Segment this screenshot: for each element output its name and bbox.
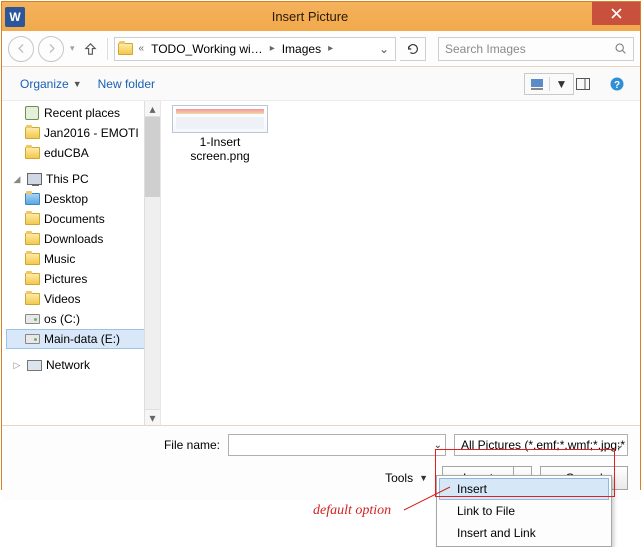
- navigation-bar: ▾ « TODO_Working wi… ▸ Images ▸ ⌄ Search…: [2, 31, 640, 67]
- menu-item-insert[interactable]: Insert: [439, 478, 609, 500]
- file-item[interactable]: 1-Insert screen.png: [168, 105, 272, 163]
- file-name: 1-Insert screen.png: [168, 135, 272, 163]
- tools-button[interactable]: Tools ▼: [379, 469, 434, 487]
- file-thumbnail: [172, 105, 268, 133]
- file-type-filter[interactable]: All Pictures (*.emf;*.wmf;*.jpg;* ⌄: [454, 434, 628, 456]
- breadcrumb-bar[interactable]: « TODO_Working wi… ▸ Images ▸ ⌄: [114, 37, 396, 61]
- scroll-thumb[interactable]: [145, 117, 160, 197]
- breadcrumb-dropdown[interactable]: ⌄: [375, 42, 393, 56]
- chevron-down-icon: ▼: [73, 79, 82, 89]
- pane-divider[interactable]: [160, 101, 161, 425]
- arrow-up-icon: [83, 41, 98, 56]
- back-button[interactable]: [8, 36, 34, 62]
- window-title: Insert Picture: [28, 9, 592, 24]
- tree-item-downloads[interactable]: Downloads: [6, 229, 160, 249]
- close-button[interactable]: [592, 2, 640, 25]
- filename-input[interactable]: ⌄: [228, 434, 446, 456]
- folder-icon: [117, 41, 135, 57]
- tree-scrollbar[interactable]: ▴ ▾: [144, 101, 160, 425]
- scroll-up-icon[interactable]: ▴: [145, 101, 160, 117]
- caret-right-icon: ▷: [12, 360, 22, 371]
- body-area: Recent places Jan2016 - EMOTI eduCBA ◢Th…: [2, 101, 640, 425]
- refresh-icon: [406, 42, 420, 56]
- forward-button[interactable]: [38, 36, 64, 62]
- tools-label: Tools: [385, 471, 413, 485]
- menu-item-insert-and-link[interactable]: Insert and Link: [439, 522, 609, 544]
- chevron-down-icon[interactable]: ⌄: [434, 440, 442, 451]
- help-button[interactable]: ?: [604, 72, 630, 96]
- titlebar: W Insert Picture: [2, 2, 640, 31]
- tree-item-educba[interactable]: eduCBA: [6, 143, 160, 163]
- arrow-left-icon: [15, 42, 28, 55]
- separator: [107, 38, 108, 60]
- search-input[interactable]: Search Images: [438, 37, 634, 61]
- filter-label: All Pictures (*.emf;*.wmf;*.jpg;*: [461, 438, 625, 452]
- up-button[interactable]: [81, 38, 101, 60]
- tree-item-network[interactable]: ▷Network: [6, 355, 160, 375]
- tree-item-recent[interactable]: Recent places: [6, 103, 160, 123]
- organize-label: Organize: [20, 77, 69, 91]
- chevron-right-icon[interactable]: ▸: [268, 43, 277, 54]
- breadcrumb-segment-1[interactable]: TODO_Working wi…: [148, 42, 266, 56]
- menu-item-link-to-file[interactable]: Link to File: [439, 500, 609, 522]
- history-dropdown[interactable]: ▾: [68, 43, 77, 54]
- tree-item-desktop[interactable]: Desktop: [6, 189, 160, 209]
- word-app-icon: W: [5, 7, 25, 27]
- insert-dropdown-menu: Insert Link to File Insert and Link: [436, 475, 612, 547]
- arrow-right-icon: [45, 42, 58, 55]
- tree-item-pictures[interactable]: Pictures: [6, 269, 160, 289]
- preview-pane-button[interactable]: [570, 72, 596, 96]
- search-icon: [614, 42, 627, 55]
- new-folder-label: New folder: [98, 77, 155, 91]
- thumbnail-view-icon: [525, 76, 549, 92]
- tree-item-documents[interactable]: Documents: [6, 209, 160, 229]
- view-options[interactable]: ▼: [536, 72, 562, 96]
- tree-item-this-pc[interactable]: ◢This PC: [6, 169, 160, 189]
- preview-pane-icon: [575, 76, 591, 92]
- new-folder-button[interactable]: New folder: [90, 73, 163, 95]
- folder-tree: Recent places Jan2016 - EMOTI eduCBA ◢Th…: [2, 101, 160, 377]
- dialog-window: W Insert Picture ▾ « TODO_Working wi… ▸ …: [1, 1, 641, 490]
- breadcrumb-segment-2[interactable]: Images: [279, 42, 324, 56]
- caret-down-icon: ◢: [12, 174, 22, 185]
- file-list-pane[interactable]: 1-Insert screen.png: [160, 101, 640, 425]
- tree-item-videos[interactable]: Videos: [6, 289, 160, 309]
- tree-item-main-data-e[interactable]: Main-data (E:): [6, 329, 160, 349]
- annotation-label: default option: [313, 503, 391, 519]
- folder-tree-pane: Recent places Jan2016 - EMOTI eduCBA ◢Th…: [2, 101, 160, 425]
- close-icon: [611, 8, 622, 19]
- tree-item-os-c[interactable]: os (C:): [6, 309, 160, 329]
- breadcrumb-prefix: «: [137, 43, 147, 54]
- refresh-button[interactable]: [400, 37, 426, 61]
- chevron-down-icon[interactable]: ⌄: [616, 440, 624, 451]
- chevron-right-icon[interactable]: ▸: [326, 43, 335, 54]
- toolbar: Organize ▼ New folder ▼ ?: [2, 67, 640, 101]
- help-icon: ?: [609, 76, 625, 92]
- tree-item-music[interactable]: Music: [6, 249, 160, 269]
- organize-button[interactable]: Organize ▼: [12, 73, 90, 95]
- chevron-down-icon: ▼: [419, 473, 428, 483]
- scroll-down-icon[interactable]: ▾: [145, 409, 160, 425]
- tree-item-jan2016[interactable]: Jan2016 - EMOTI: [6, 123, 160, 143]
- svg-text:?: ?: [614, 80, 620, 91]
- filename-label: File name:: [14, 438, 220, 452]
- search-placeholder: Search Images: [445, 42, 526, 56]
